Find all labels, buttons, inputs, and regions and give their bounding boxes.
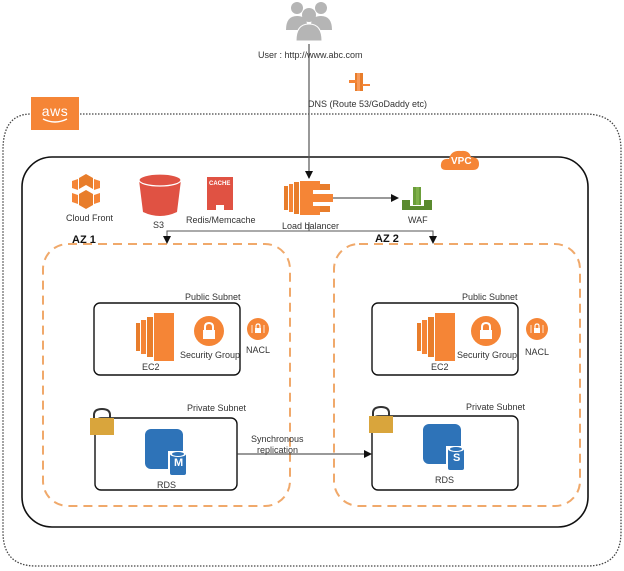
replication-label-line1: Synchronous: [251, 434, 304, 444]
az2-security-group-icon: [471, 316, 501, 346]
users-icon: [286, 2, 332, 42]
aws-smile-icon: [42, 117, 68, 123]
s3-label: S3: [153, 220, 165, 230]
route53-icon: [349, 73, 370, 91]
az1-label: AZ 1: [72, 234, 96, 246]
lb-to-az2-connector: [309, 230, 437, 244]
az1-ec2-icon: [136, 313, 174, 361]
waf-icon: [402, 187, 432, 210]
az1-security-group-label: Security Group: [180, 350, 241, 360]
diagram-canvas: [2, 2, 622, 567]
az2-rds-label: RDS: [435, 475, 455, 485]
az2-security-group-label: Security Group: [457, 350, 518, 360]
cloudfront-icon: [72, 174, 100, 209]
elb-icon: [284, 181, 333, 215]
az1-nacl-icon: [247, 318, 269, 340]
az2-nacl-label: NACL: [525, 347, 550, 357]
az1-private-subnet-label: Private Subnet: [187, 403, 247, 413]
az1-public-subnet-label: Public Subnet: [185, 292, 241, 302]
az2-ec2-icon: [417, 313, 455, 361]
az1-nacl-label: NACL: [246, 345, 271, 355]
dns-label: DNS (Route 53/GoDaddy etc): [308, 99, 428, 109]
cloudfront-label: Cloud Front: [66, 213, 114, 223]
cache-badge: CACHE: [209, 181, 231, 187]
az2-rds-standby-icon: [423, 424, 466, 472]
aws-logo-text: aws: [41, 102, 69, 119]
cache-label: Redis/Memcache: [186, 215, 256, 225]
az2-nacl-icon: [526, 318, 548, 340]
vpc-label: VPC: [451, 156, 472, 167]
az2-public-subnet-label: Public Subnet: [462, 292, 518, 302]
waf-label: WAF: [408, 215, 428, 225]
az2-ec2-label: EC2: [431, 362, 449, 372]
aws-logo: aws: [31, 97, 79, 130]
user-label: User : http://www.abc.com: [258, 50, 363, 60]
az1-rds-label: RDS: [157, 480, 177, 490]
az1-private-lock-icon: [90, 407, 114, 435]
s3-bucket-icon: [138, 173, 182, 216]
az1-rds-badge: M: [174, 457, 184, 469]
az1-security-group-icon: [194, 316, 224, 346]
az2-private-subnet-label: Private Subnet: [466, 402, 526, 412]
load-balancer-label: Load balancer: [282, 221, 340, 231]
replication-label-line2: replication: [257, 445, 299, 455]
az2-label: AZ 2: [375, 233, 399, 245]
az1-ec2-label: EC2: [142, 362, 160, 372]
az2-private-lock-icon: [369, 405, 393, 433]
az2-rds-badge: S: [453, 452, 461, 464]
az1-rds-master-icon: [145, 429, 188, 477]
